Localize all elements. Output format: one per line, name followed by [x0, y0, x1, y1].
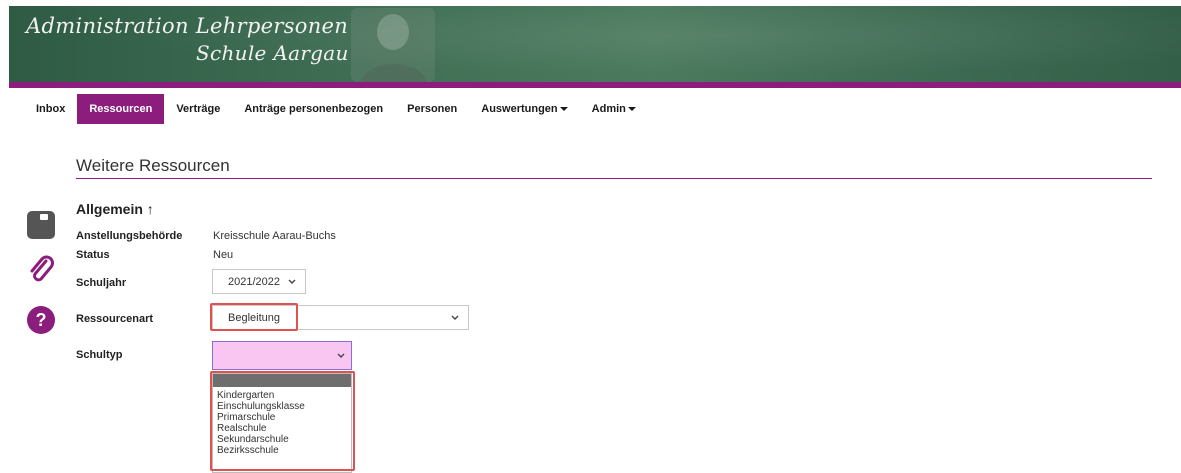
teacher-illustration-placeholder	[351, 8, 435, 82]
schultyp-label: Schultyp	[76, 349, 123, 361]
highlight-frame-ressourcenart	[210, 303, 298, 331]
nav-label: Inbox	[36, 103, 66, 115]
header-banner: Administration Lehrpersonen Schule Aarga…	[9, 6, 1181, 82]
help-icon[interactable]: ?	[26, 305, 56, 335]
paperclip-icon[interactable]	[26, 255, 56, 285]
nav-item-antraege-personenbezogen[interactable]: Anträge personenbezogen	[232, 94, 395, 124]
caret-down-icon	[627, 107, 636, 112]
ressourcenart-label: Ressourcenart	[76, 313, 154, 325]
svg-text:?: ?	[36, 310, 47, 330]
nav-label: Ressourcen	[89, 103, 153, 115]
schultyp-select[interactable]	[212, 341, 352, 370]
highlight-frame-schultyp-options	[210, 371, 355, 471]
nav-item-vertraege[interactable]: Verträge	[164, 94, 232, 124]
section-heading-allgemein[interactable]: Allgemein ↑	[76, 201, 154, 217]
nav-item-personen[interactable]: Personen	[395, 94, 469, 124]
nav-label: Anträge personenbezogen	[244, 103, 384, 115]
nav-item-ressourcen[interactable]: Ressourcen	[77, 94, 165, 124]
app-subtitle: Schule Aargau	[196, 41, 349, 65]
schuljahr-label: Schuljahr	[76, 277, 127, 289]
nav-item-auswertungen[interactable]: Auswertungen	[469, 94, 579, 124]
chevron-down-icon	[337, 353, 345, 358]
anstellungsbehoerde-value: Kreisschule Aarau-Buchs	[213, 230, 336, 242]
arrow-up-icon: ↑	[146, 201, 154, 217]
chevron-down-icon	[451, 315, 459, 320]
app-title: Administration Lehrpersonen	[26, 14, 349, 38]
title-divider	[76, 178, 1152, 179]
chevron-down-icon	[288, 279, 296, 284]
nav-label: Verträge	[176, 103, 221, 115]
nav-label: Admin	[591, 103, 626, 115]
nav-label: Auswertungen	[481, 103, 558, 115]
nav-item-inbox[interactable]: Inbox	[24, 94, 77, 124]
nav-label: Personen	[407, 103, 458, 115]
page-title: Weitere Ressourcen	[76, 156, 230, 175]
schuljahr-select[interactable]: 2021/2022	[212, 269, 306, 294]
save-icon[interactable]	[26, 210, 56, 240]
anstellungsbehoerde-label: Anstellungsbehörde	[76, 230, 183, 242]
status-label: Status	[76, 249, 110, 261]
caret-down-icon	[559, 107, 568, 112]
nav-item-admin[interactable]: Admin	[580, 94, 648, 124]
section-heading-label: Allgemein	[76, 201, 143, 217]
status-value: Neu	[213, 249, 234, 261]
main-nav: Inbox Ressourcen Verträge Anträge person…	[24, 94, 648, 124]
header-stripe	[9, 82, 1181, 88]
schuljahr-selected-value: 2021/2022	[228, 276, 280, 288]
